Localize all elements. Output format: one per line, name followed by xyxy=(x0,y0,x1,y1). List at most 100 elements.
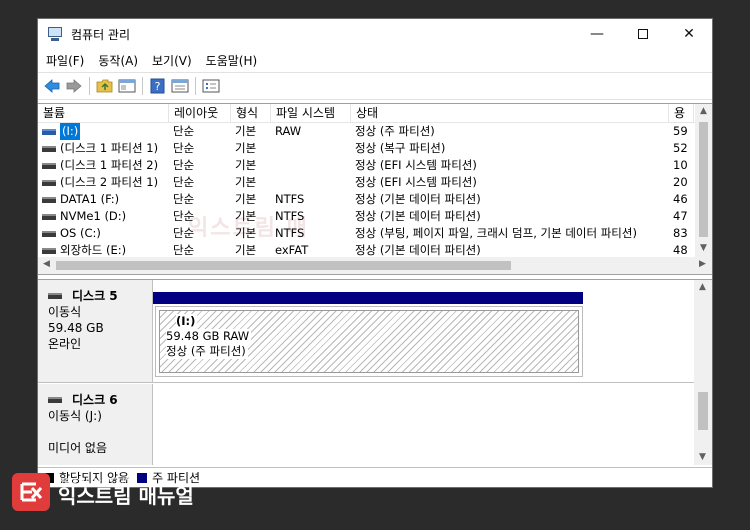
capacity-cell: 59 xyxy=(673,124,688,138)
disk-name: 디스크 6 xyxy=(72,393,118,407)
volume-list-horizontal-scrollbar[interactable]: ◀ xyxy=(38,257,694,274)
volume-name: (디스크 2 파티션 1) xyxy=(60,175,159,189)
column-file-system[interactable]: 파일 시스템 xyxy=(271,104,351,123)
column-capacity[interactable]: 용 xyxy=(669,104,694,123)
disk-map-vertical-scrollbar[interactable]: ▲ ▼ xyxy=(694,280,712,465)
table-row[interactable]: (I:) 단순 기본 RAW 정상 (주 파티션) 59 xyxy=(38,123,694,140)
close-button[interactable]: ✕ xyxy=(666,19,712,49)
maximize-button[interactable] xyxy=(620,19,666,49)
computer-management-icon xyxy=(47,26,63,42)
volume-name: DATA1 (F:) xyxy=(60,192,120,206)
folder-up-icon xyxy=(96,79,113,93)
table-row[interactable]: (디스크 2 파티션 1) 단순 기본 정상 (EFI 시스템 파티션) 20 xyxy=(38,174,694,191)
column-status[interactable]: 상태 xyxy=(351,104,669,123)
column-header: 볼륨 레이아웃 형식 파일 시스템 상태 용 xyxy=(38,104,712,123)
status-cell: 정상 (주 파티션) xyxy=(355,124,435,138)
disk-icon xyxy=(48,293,62,299)
toolbar-separator xyxy=(195,77,196,95)
disk-state: 온라인 xyxy=(48,337,82,351)
layout-cell: 단순 xyxy=(173,141,195,155)
menu-bar: 파일(F) 동작(A) 보기(V) 도움말(H) xyxy=(38,49,712,71)
table-row[interactable]: DATA1 (F:) 단순 기본 NTFS 정상 (기본 데이터 파티션) 46 xyxy=(38,191,694,208)
table-row[interactable]: NVMe1 (D:) 단순 기본 NTFS 정상 (기본 데이터 파티션) 47 xyxy=(38,208,694,225)
forward-button[interactable] xyxy=(63,75,85,97)
drive-icon xyxy=(42,247,56,254)
forward-arrow-icon xyxy=(66,79,82,93)
table-row[interactable]: (디스크 1 파티션 1) 단순 기본 정상 (복구 파티션) 52 xyxy=(38,140,694,157)
partition-status: 정상 (주 파티션) xyxy=(166,344,248,359)
table-row[interactable]: OS (C:) 단순 기본 NTFS 정상 (부팅, 페이지 파일, 크래시 덤… xyxy=(38,225,694,242)
scroll-left-icon[interactable]: ◀ xyxy=(38,259,55,269)
volume-list-panel: 볼륨 레이아웃 형식 파일 시스템 상태 용 익스트림 매 (I:) 단순 기본… xyxy=(38,103,712,275)
disk-name: 디스크 5 xyxy=(72,289,118,303)
scroll-thumb[interactable] xyxy=(56,261,511,270)
scroll-right-icon[interactable]: ▶ xyxy=(694,259,711,269)
disk-info[interactable]: 디스크 5 이동식 59.48 GB 온라인 xyxy=(38,280,153,382)
scroll-thumb[interactable] xyxy=(699,122,708,237)
title-bar: 컴퓨터 관리 — ✕ xyxy=(38,19,712,49)
watermark-logo: More Better IT Life 익스트림 매뉴얼 xyxy=(12,473,194,511)
disk-row-6: 디스크 6 이동식 (J:) 미디어 없음 xyxy=(38,384,694,465)
scrollbar-corner: ▶ xyxy=(694,257,712,274)
disk-row-5: 디스크 5 이동식 59.48 GB 온라인 (I:) 59.48 GB RAW… xyxy=(38,280,694,383)
type-cell: 기본 xyxy=(235,209,257,223)
drive-icon xyxy=(42,196,56,203)
up-folder-button[interactable] xyxy=(94,75,116,97)
minimize-icon: — xyxy=(590,26,604,42)
capacity-cell: 52 xyxy=(673,141,688,155)
type-cell: 기본 xyxy=(235,226,257,240)
help-button[interactable]: ? xyxy=(147,75,169,97)
disk-map-panel: 디스크 5 이동식 59.48 GB 온라인 (I:) 59.48 GB RAW… xyxy=(38,279,712,465)
status-cell: 정상 (부팅, 페이지 파일, 크래시 덤프, 기본 데이터 파티션) xyxy=(355,226,637,240)
file-system-cell xyxy=(271,157,351,174)
drive-icon xyxy=(42,162,56,169)
capacity-cell: 46 xyxy=(673,192,688,206)
capacity-cell: 10 xyxy=(673,158,688,172)
show-hide-console-tree-button[interactable] xyxy=(116,75,138,97)
toolbar-separator xyxy=(142,77,143,95)
file-system-cell: RAW xyxy=(275,124,302,138)
minimize-button[interactable]: — xyxy=(574,19,620,49)
layout-cell: 단순 xyxy=(173,226,195,240)
partition-block[interactable]: (I:) 59.48 GB RAW 정상 (주 파티션) xyxy=(155,306,583,377)
column-volume[interactable]: 볼륨 xyxy=(38,104,169,123)
file-system-cell xyxy=(271,140,351,157)
drive-icon xyxy=(42,179,56,186)
drive-icon xyxy=(42,213,56,220)
volume-list-vertical-scrollbar[interactable]: ▲ ▼ xyxy=(695,104,712,257)
menu-file[interactable]: 파일(F) xyxy=(46,52,84,69)
drive-icon xyxy=(42,145,56,152)
file-system-cell xyxy=(271,174,351,191)
menu-view[interactable]: 보기(V) xyxy=(152,52,192,69)
volume-name: (디스크 1 파티션 1) xyxy=(60,141,159,155)
disk-info[interactable]: 디스크 6 이동식 (J:) 미디어 없음 xyxy=(38,384,153,465)
type-cell: 기본 xyxy=(235,141,257,155)
menu-action[interactable]: 동작(A) xyxy=(98,52,138,69)
volume-name: (디스크 1 파티션 2) xyxy=(60,158,159,172)
list-settings-icon xyxy=(202,79,220,93)
layout-cell: 단순 xyxy=(173,158,195,172)
partition-label: (I:) xyxy=(176,314,198,329)
scroll-thumb[interactable] xyxy=(698,392,708,430)
scroll-up-icon[interactable]: ▲ xyxy=(695,106,712,116)
layout-cell: 단순 xyxy=(173,175,195,189)
back-button[interactable] xyxy=(41,75,63,97)
disk-type: 이동식 xyxy=(48,305,82,319)
partition-size: 59.48 GB RAW xyxy=(166,329,252,344)
file-system-cell: NTFS xyxy=(275,226,305,240)
scroll-down-icon[interactable]: ▼ xyxy=(695,243,712,253)
status-cell: 정상 (EFI 시스템 파티션) xyxy=(355,158,477,172)
settings-button[interactable] xyxy=(200,75,222,97)
volume-name: (I:) xyxy=(60,123,81,140)
disk-state: 미디어 없음 xyxy=(48,441,108,455)
scroll-up-icon[interactable]: ▲ xyxy=(694,282,711,292)
properties-button[interactable] xyxy=(169,75,191,97)
column-type[interactable]: 형식 xyxy=(231,104,271,123)
menu-help[interactable]: 도움말(H) xyxy=(206,52,258,69)
scroll-down-icon[interactable]: ▼ xyxy=(694,452,711,462)
table-row[interactable]: (디스크 1 파티션 2) 단순 기본 정상 (EFI 시스템 파티션) 10 xyxy=(38,157,694,174)
brand-name: 익스트림 매뉴얼 xyxy=(58,484,194,508)
partition-bar xyxy=(153,292,583,304)
column-layout[interactable]: 레이아웃 xyxy=(169,104,231,123)
help-icon: ? xyxy=(150,78,165,94)
